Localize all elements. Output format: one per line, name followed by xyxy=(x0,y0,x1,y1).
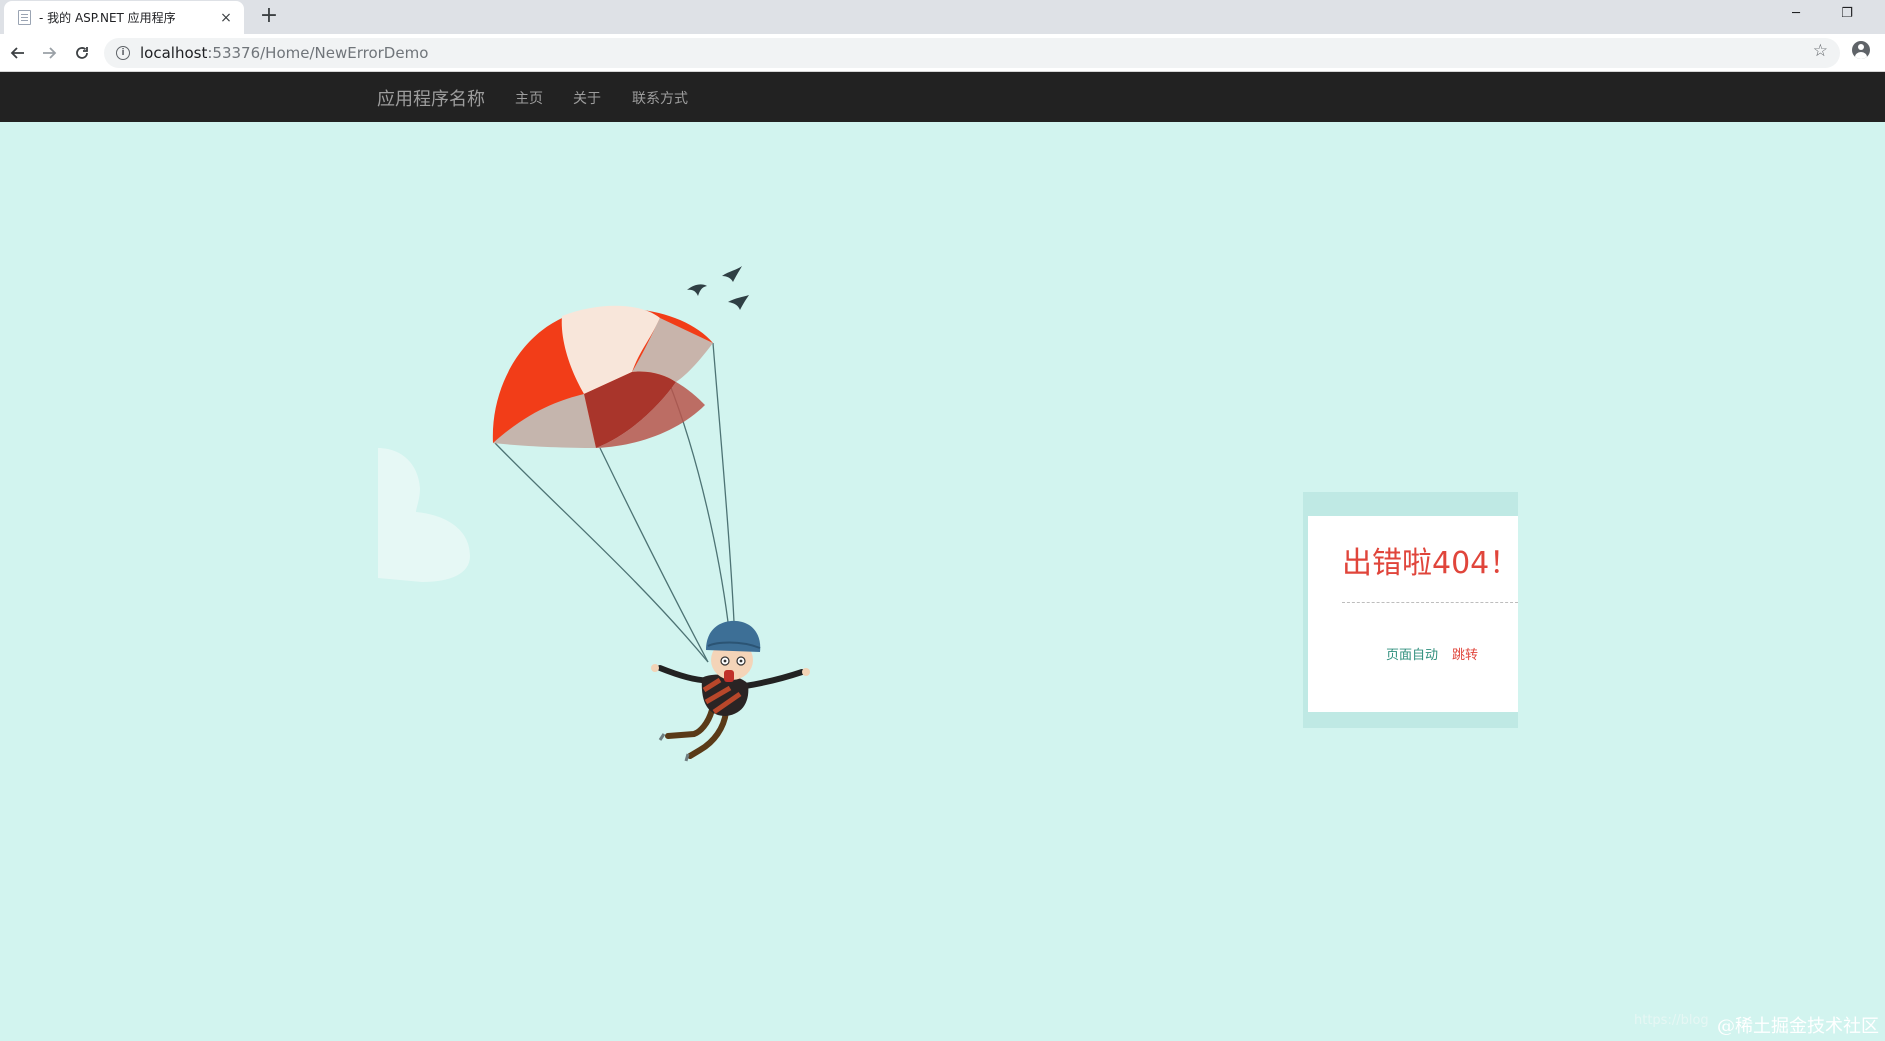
nav-link-about[interactable]: 关于 xyxy=(573,88,601,108)
star-icon[interactable]: ☆ xyxy=(1813,41,1828,61)
watermark-url: https://blog xyxy=(1634,1013,1709,1028)
nav-link-home[interactable]: 主页 xyxy=(515,88,543,108)
page-icon xyxy=(18,10,31,25)
close-tab-icon[interactable]: × xyxy=(218,10,234,26)
address-bar[interactable]: i localhost:53376/Home/NewErrorDemo ☆ xyxy=(104,38,1840,68)
forward-icon[interactable] xyxy=(35,39,63,67)
browser-tab[interactable]: - 我的 ASP.NET 应用程序 × xyxy=(4,1,244,34)
card-divider xyxy=(1342,602,1518,603)
new-tab-icon[interactable]: + xyxy=(256,4,282,30)
error-card: 出错啦404！ 页面自动 跳转 xyxy=(1308,516,1520,712)
url-text: localhost:53376/Home/NewErrorDemo xyxy=(140,44,429,62)
parachutist-figure xyxy=(651,620,810,762)
profile-icon[interactable] xyxy=(1852,41,1870,59)
parachute-illustration xyxy=(378,266,810,762)
back-icon[interactable] xyxy=(4,39,32,67)
minimize-icon[interactable]: ─ xyxy=(1773,0,1819,28)
browser-tabstrip: - 我的 ASP.NET 应用程序 × + ─ ❐ xyxy=(0,0,1885,34)
info-icon[interactable]: i xyxy=(116,46,130,60)
browser-toolbar: i localhost:53376/Home/NewErrorDemo ☆ xyxy=(0,34,1885,72)
cloud-shape xyxy=(378,448,470,582)
error-title: 出错啦404！ xyxy=(1342,546,1520,581)
parachute-canopy xyxy=(492,305,713,448)
restore-icon[interactable]: ❐ xyxy=(1824,0,1870,28)
nav-link-contact[interactable]: 联系方式 xyxy=(632,88,688,108)
navbar-brand[interactable]: 应用程序名称 xyxy=(377,85,485,111)
tab-title: - 我的 ASP.NET 应用程序 xyxy=(39,11,176,25)
watermark-site: @稀土掘金技术社区 xyxy=(1717,1016,1879,1037)
site-navbar: 应用程序名称 主页 关于 联系方式 xyxy=(0,72,1885,122)
auto-redirect-text: 页面自动 xyxy=(1386,648,1439,663)
jump-link[interactable]: 跳转 xyxy=(1452,644,1478,663)
bird-icons xyxy=(687,266,749,310)
reload-icon[interactable] xyxy=(68,39,96,67)
